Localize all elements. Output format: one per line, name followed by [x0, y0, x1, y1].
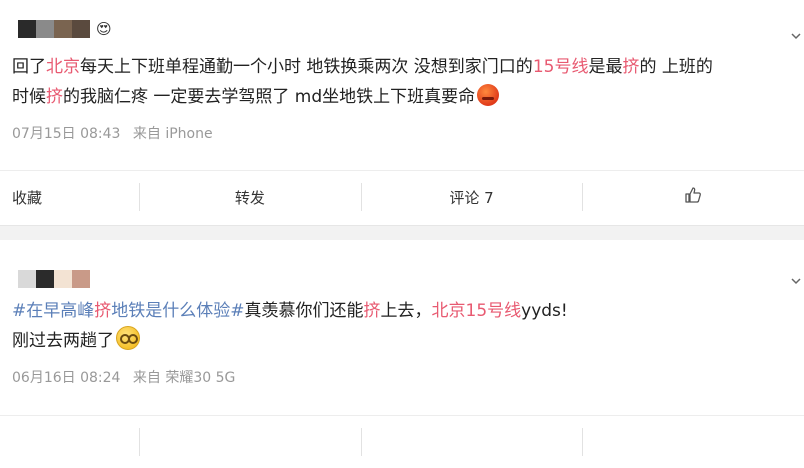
topic-hashtag[interactable]: 地铁是什么体验#: [111, 301, 244, 321]
like-button[interactable]: [582, 416, 804, 468]
text-segment: 是最: [588, 57, 623, 77]
repost-label: 转发: [234, 188, 265, 207]
post-text-line-2-text: 刚过去两趟了: [12, 331, 114, 351]
highlighted-keyword[interactable]: 挤: [364, 301, 381, 321]
post-date[interactable]: 06月16日 08:24: [12, 370, 120, 386]
post-date[interactable]: 07月15日 08:43: [12, 126, 120, 142]
angry-face-icon: [477, 84, 500, 106]
favorite-button[interactable]: 收藏: [0, 171, 139, 223]
like-button[interactable]: [582, 171, 804, 223]
username-blurred[interactable]: [18, 269, 90, 289]
post-text: #在早高峰挤地铁是什么体验#真羡慕你们还能挤上去，北京15号线yyds! 刚过去…: [12, 296, 792, 356]
comment-button[interactable]: [360, 416, 583, 468]
action-bar: 收藏 转发 评论 7: [0, 170, 804, 223]
topic-hashtag[interactable]: #在早高峰: [12, 301, 94, 321]
mosaic-block: [72, 20, 90, 38]
weibo-post-1: 😍 回了北京每天上下班单程通勤一个小时 地铁换乘两次 没想到家门口的15号线是最…: [0, 0, 804, 225]
text-segment: yyds!: [521, 301, 568, 321]
mosaic-block: [36, 270, 54, 288]
post-text-line-1: #在早高峰挤地铁是什么体验#真羡慕你们还能挤上去，北京15号线yyds!: [12, 296, 792, 326]
heart-face-badge-icon: 😍: [96, 20, 112, 38]
thumbs-up-icon: [684, 186, 702, 208]
post-text: 回了北京每天上下班单程通勤一个小时 地铁换乘两次 没想到家门口的15号线是最挤的…: [12, 52, 792, 112]
highlighted-keyword[interactable]: 挤: [46, 87, 63, 107]
repost-button[interactable]: [139, 416, 361, 468]
weibo-post-2: #在早高峰挤地铁是什么体验#真羡慕你们还能挤上去，北京15号线yyds! 刚过去…: [0, 240, 804, 456]
highlighted-keyword[interactable]: 15号线: [533, 57, 589, 77]
highlighted-keyword[interactable]: 北京: [46, 57, 80, 77]
mosaic-block: [54, 20, 72, 38]
text-segment: 回了: [12, 57, 46, 77]
post-meta: 07月15日 08:43 来自 iPhone: [12, 123, 221, 143]
post-text-line-1: 回了北京每天上下班单程通勤一个小时 地铁换乘两次 没想到家门口的15号线是最挤的…: [12, 52, 792, 82]
chevron-down-icon[interactable]: [790, 27, 802, 40]
highlighted-keyword[interactable]: 北京15号线: [432, 301, 522, 321]
text-segment: 的 上班的: [639, 57, 713, 77]
mosaic-block: [18, 20, 36, 38]
post-source: 来自 iPhone: [132, 126, 213, 142]
text-segment: 的我脑仁疼 一定要去学驾照了 md坐地铁上下班真要命: [63, 87, 476, 107]
post-text-line-2: 刚过去两趟了: [12, 326, 792, 356]
post-text-line-2: 时候挤的我脑仁疼 一定要去学驾照了 md坐地铁上下班真要命: [12, 82, 792, 112]
mosaic-block: [72, 270, 90, 288]
post-source: 来自 荣耀30 5G: [132, 370, 236, 386]
mosaic-block: [18, 270, 36, 288]
action-bar: [0, 415, 804, 468]
text-segment: 真羡慕你们还能: [244, 301, 364, 321]
text-segment: 上去，: [380, 301, 432, 321]
comment-label: 评论 7: [449, 188, 494, 207]
feed-divider: [0, 225, 804, 241]
highlighted-keyword[interactable]: 挤: [622, 57, 639, 77]
mosaic-block: [36, 20, 54, 38]
repost-button[interactable]: 转发: [139, 171, 361, 223]
comment-button[interactable]: 评论 7: [360, 171, 583, 223]
favorite-label: 收藏: [12, 188, 43, 207]
chevron-down-icon[interactable]: [790, 272, 802, 285]
post-meta: 06月16日 08:24 来自 荣耀30 5G: [12, 367, 243, 387]
favorite-button[interactable]: [0, 416, 139, 468]
highlighted-keyword[interactable]: 挤: [94, 301, 111, 321]
mosaic-block: [54, 270, 72, 288]
embarrassed-face-icon: [116, 326, 140, 350]
text-segment: 每天上下班单程通勤一个小时 地铁换乘两次 没想到家门口的: [80, 57, 533, 77]
username-blurred[interactable]: 😍: [18, 19, 112, 39]
text-segment: 时候: [12, 87, 46, 107]
